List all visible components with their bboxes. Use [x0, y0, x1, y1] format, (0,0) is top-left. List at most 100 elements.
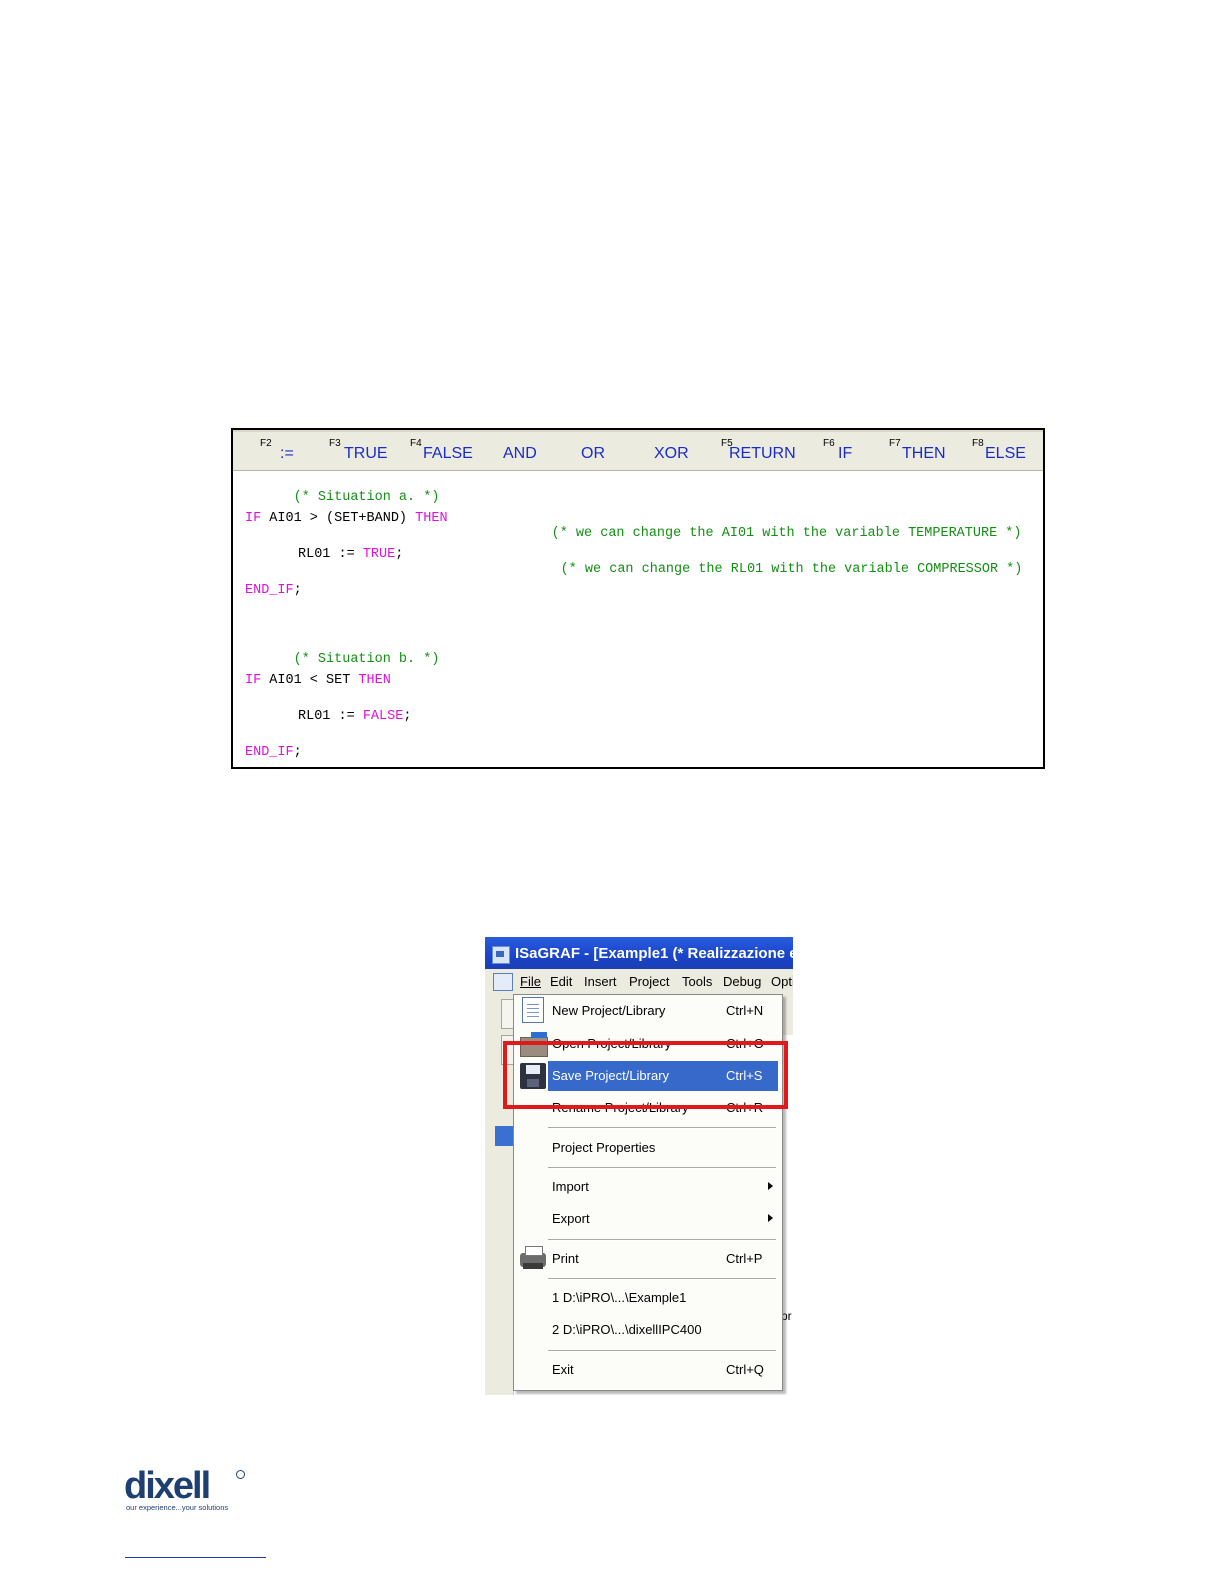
menu-tools[interactable]: Tools: [682, 974, 712, 989]
else-keyword-button[interactable]: F8 ELSE: [972, 432, 1032, 468]
code-keyword: TRUE: [362, 547, 396, 562]
code-comment: (* Situation a. *): [293, 490, 440, 505]
project-properties-menu-item[interactable]: Project Properties: [516, 1133, 778, 1163]
footer-rule: [125, 1557, 266, 1558]
menu-edit[interactable]: Edit: [550, 974, 572, 989]
assign-keyword-button[interactable]: F2 :=: [260, 432, 320, 468]
menu-item-label: Export: [552, 1211, 590, 1226]
code-comment: (* we can change the AI01 with the varia…: [551, 526, 1022, 541]
menu-item-label: Import: [552, 1179, 589, 1194]
f2-key-label: F2: [260, 438, 272, 449]
false-keyword-button[interactable]: F4 FALSE: [410, 432, 480, 468]
export-menu-item[interactable]: Export: [516, 1204, 778, 1234]
save-floppy-icon: [520, 1063, 546, 1089]
menu-separator: [548, 1167, 776, 1169]
open-project-menu-item[interactable]: Open Project/Library Ctrl+O: [516, 1029, 778, 1059]
code-expression: RL01 :=: [298, 709, 363, 724]
code-keyword: THEN: [415, 511, 448, 526]
menu-item-label: New Project/Library: [552, 1003, 666, 1018]
code-punctuation: ;: [395, 547, 404, 562]
menu-insert[interactable]: Insert: [584, 974, 617, 989]
and-keyword-label: AND: [503, 445, 537, 462]
code-punctuation: ;: [293, 745, 302, 760]
else-keyword-label: ELSE: [985, 445, 1026, 462]
dixell-logo: dixell our experience...your solutions: [124, 1465, 245, 1516]
menu-separator: [548, 1350, 776, 1352]
code-line: IF AI01 < SET THEN: [245, 673, 391, 688]
true-keyword-label: TRUE: [344, 445, 388, 462]
return-keyword-button[interactable]: F5 RETURN: [721, 432, 801, 468]
print-menu-item[interactable]: Print Ctrl+P: [516, 1244, 778, 1274]
menu-file[interactable]: File: [520, 974, 541, 989]
menu-item-shortcut: Ctrl+O: [726, 1036, 764, 1051]
menu-item-label: Open Project/Library: [552, 1036, 672, 1051]
xor-keyword-button[interactable]: XOR: [654, 432, 704, 468]
recent-file-1-menu-item[interactable]: 1 D:\iPRO\...\Example1: [516, 1283, 778, 1313]
code-line: RL01 := FALSE;: [298, 709, 411, 724]
menu-bar: File Edit Insert Project Tools Debug Opt…: [485, 969, 793, 995]
f8-key-label: F8: [972, 438, 984, 449]
and-keyword-button[interactable]: AND: [503, 432, 553, 468]
code-keyword: THEN: [358, 673, 391, 688]
code-keyword: END_IF: [245, 745, 294, 760]
menu-item-shortcut: Ctrl+P: [726, 1251, 763, 1266]
code-expression: RL01 :=: [298, 547, 363, 562]
open-folder-icon: [520, 1032, 548, 1057]
code-area[interactable]: (* Situation a. *) IF AI01 > (SET+BAND) …: [245, 468, 1043, 767]
menu-item-label: 2 D:\iPRO\...\dixellIPC400: [552, 1322, 702, 1337]
code-line: END_IF;: [245, 745, 302, 760]
return-keyword-label: RETURN: [729, 445, 796, 462]
menu-separator: [548, 1278, 776, 1280]
code-line: IF AI01 > (SET+BAND) THEN: [245, 511, 448, 526]
logo-tagline: our experience...your solutions: [126, 1503, 229, 1512]
app-icon: [492, 946, 510, 964]
then-keyword-label: THEN: [902, 445, 946, 462]
menu-item-shortcut: Ctrl+Q: [726, 1362, 764, 1377]
code-keyword: END_IF: [245, 583, 294, 598]
code-line: RL01 := TRUE;: [298, 547, 403, 562]
f4-key-label: F4: [410, 438, 422, 449]
menu-item-label: 1 D:\iPRO\...\Example1: [552, 1290, 687, 1305]
window-title: ISaGRAF - [Example1 (* Realizzazione es: [515, 945, 793, 962]
import-menu-item[interactable]: Import: [516, 1172, 778, 1202]
menu-debug[interactable]: Debug: [723, 974, 761, 989]
registered-mark-icon: [236, 1470, 245, 1479]
rename-project-menu-item[interactable]: Rename Project/Library Ctrl+R: [516, 1093, 778, 1123]
selected-tab[interactable]: [495, 1126, 513, 1146]
menu-separator: [548, 1239, 776, 1241]
menu-separator: [548, 1127, 776, 1129]
f7-key-label: F7: [889, 438, 901, 449]
if-keyword-label: IF: [838, 445, 853, 462]
logo-wordmark: dixell: [124, 1465, 211, 1507]
code-keyword: IF: [245, 673, 262, 688]
st-editor-screenshot: F2 := F3 TRUE F4 FALSE AND OR XOR F5 RET…: [231, 428, 1045, 769]
menu-item-label: Project Properties: [552, 1140, 656, 1155]
keyword-toolbar: F2 := F3 TRUE F4 FALSE AND OR XOR F5 RET…: [233, 430, 1043, 471]
new-document-icon: [522, 997, 544, 1023]
or-keyword-button[interactable]: OR: [581, 432, 621, 468]
submenu-arrow-icon: [768, 1182, 773, 1190]
if-keyword-button[interactable]: F6 IF: [823, 432, 863, 468]
menu-item-label: Print: [552, 1251, 579, 1266]
printer-icon: [520, 1246, 546, 1269]
file-dropdown-menu: New Project/Library Ctrl+N Open Project/…: [513, 994, 783, 1391]
xor-keyword-label: XOR: [654, 445, 689, 462]
window-titlebar[interactable]: ISaGRAF - [Example1 (* Realizzazione es: [485, 937, 793, 969]
code-line-comment: (* we can change the RL01 with the varia…: [512, 547, 1023, 592]
document-window-icon[interactable]: [493, 973, 513, 991]
menu-options[interactable]: Opti: [771, 974, 793, 989]
then-keyword-button[interactable]: F7 THEN: [889, 432, 949, 468]
save-project-menu-item[interactable]: Save Project/Library Ctrl+S: [516, 1061, 778, 1091]
submenu-arrow-icon: [768, 1214, 773, 1222]
f6-key-label: F6: [823, 438, 835, 449]
f3-key-label: F3: [329, 438, 341, 449]
menu-project[interactable]: Project: [629, 974, 669, 989]
exit-menu-item[interactable]: Exit Ctrl+Q: [516, 1355, 778, 1385]
code-expression: AI01 > (SET+BAND): [261, 511, 416, 526]
true-keyword-button[interactable]: F3 TRUE: [329, 432, 399, 468]
recent-file-2-menu-item[interactable]: 2 D:\iPRO\...\dixellIPC400: [516, 1315, 778, 1345]
new-project-menu-item[interactable]: New Project/Library Ctrl+N: [516, 996, 778, 1026]
menu-item-label: Save Project/Library: [552, 1068, 670, 1083]
or-keyword-label: OR: [581, 445, 605, 462]
code-keyword: IF: [245, 511, 262, 526]
